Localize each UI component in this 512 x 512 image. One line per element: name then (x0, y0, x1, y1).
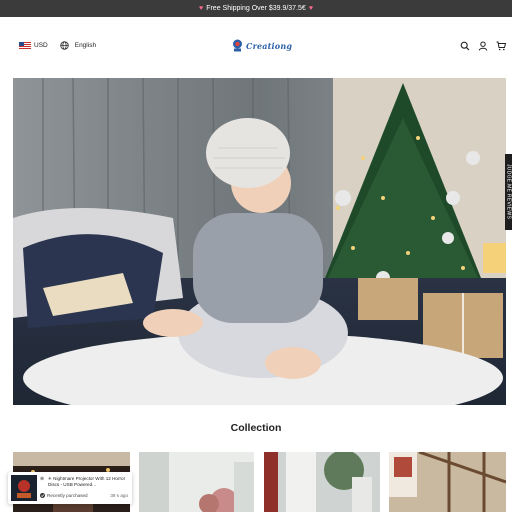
heart-icon: ♥ (199, 5, 204, 12)
logo-text: Creationg (246, 40, 293, 51)
collection-image (264, 452, 380, 512)
cart-icon[interactable] (496, 41, 506, 51)
logo-mark-icon (233, 39, 242, 52)
globe-icon (60, 41, 69, 50)
popup-product-title[interactable]: ✳ Nightmare Projector With 12 Horror Dis… (48, 476, 130, 488)
locale-selectors: USD English (19, 41, 96, 50)
collection-tile[interactable] (139, 452, 254, 512)
search-icon[interactable] (460, 41, 470, 51)
popup-time: 39 s ago (110, 493, 128, 498)
hero-photo (13, 78, 506, 405)
recent-purchase-popup[interactable]: ⊗ ✳ Nightmare Projector With 12 Horror D… (8, 472, 132, 504)
language-selector[interactable]: English (75, 42, 96, 49)
site-header: USD English Creationg (0, 17, 512, 77)
close-icon[interactable]: ⊗ (40, 476, 44, 482)
announcement-bar: ♥ Free Shipping Over $39.9/37.5€ ♥ (0, 0, 512, 17)
header-actions (460, 41, 506, 51)
us-flag-icon (19, 41, 31, 50)
check-icon (40, 493, 45, 498)
currency-selector[interactable]: USD (34, 42, 48, 49)
collection-heading: Collection (230, 422, 282, 434)
popup-status: Recently purchased (40, 493, 88, 498)
collection-tile[interactable] (389, 452, 506, 512)
user-icon[interactable] (478, 41, 488, 51)
announcement-text: Free Shipping Over $39.9/37.5€ (206, 5, 306, 12)
heart-icon: ♥ (308, 5, 313, 12)
collection-tile[interactable] (264, 452, 380, 512)
hero-banner-image[interactable] (13, 78, 506, 405)
collection-image (389, 452, 506, 512)
collection-image (139, 452, 254, 512)
reviews-side-tab[interactable]: JUDGE.ME REVIEWS (505, 154, 512, 230)
site-logo[interactable]: Creationg (232, 39, 292, 52)
popup-status-text: Recently purchased (47, 493, 88, 498)
product-thumbnail (11, 475, 37, 501)
